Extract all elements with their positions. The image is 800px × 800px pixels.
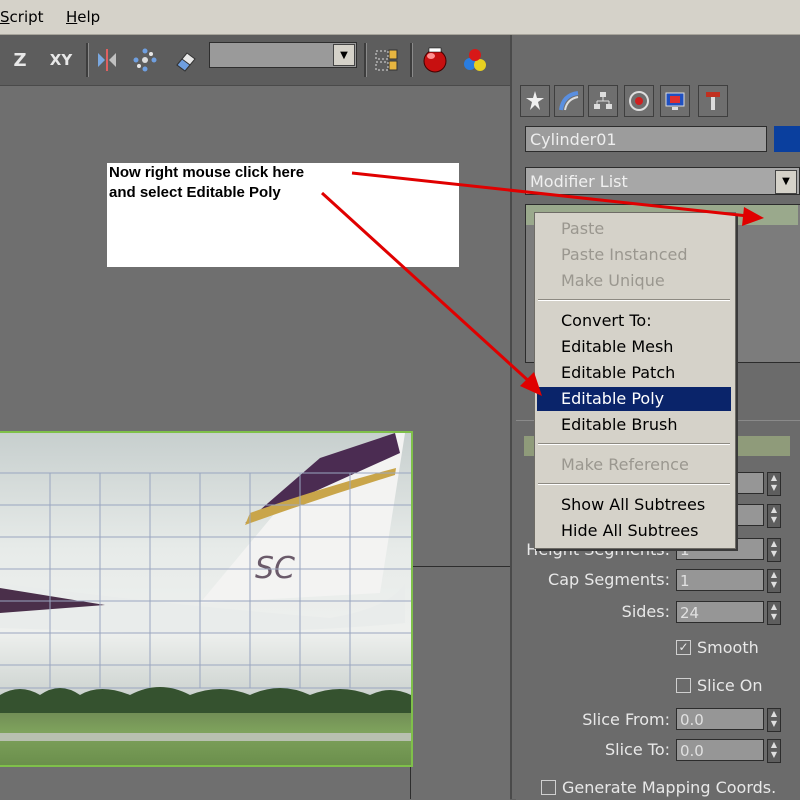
menu-maxscript[interactable]: Script <box>0 8 44 26</box>
generate-mapping-checkbox[interactable] <box>541 780 556 795</box>
toolbar-separator <box>86 43 89 77</box>
display-tab-icon[interactable] <box>660 85 690 117</box>
annotation-line-2: and select Editable Poly <box>109 184 281 201</box>
annotation-line-1: Now right mouse click here <box>109 164 305 181</box>
spinner-icon[interactable]: ▲ ▼ <box>767 739 781 763</box>
spinner-icon[interactable]: ▲ ▼ <box>767 504 781 528</box>
array-icon[interactable] <box>130 45 160 75</box>
spinner-icon[interactable]: ▲ ▼ <box>767 569 781 593</box>
menu-item-paste: Paste <box>561 219 605 238</box>
menu-separator <box>538 483 730 485</box>
chevron-down-icon[interactable]: ▼ <box>775 170 797 194</box>
slice-from-field[interactable]: 0.0 <box>676 708 764 730</box>
menu-separator <box>538 299 730 301</box>
menu-item-convert-to: Convert To: <box>561 311 652 330</box>
toolbar-separator <box>410 43 413 77</box>
mirror-icon[interactable] <box>92 45 122 75</box>
sides-label: Sides: <box>621 602 670 621</box>
cap-segments-field[interactable]: 1 <box>676 569 764 591</box>
modifier-list-label: Modifier List <box>530 172 628 191</box>
menu-item-editable-brush[interactable]: Editable Brush <box>537 413 731 437</box>
slice-to-field[interactable]: 0.0 <box>676 739 764 761</box>
slice-to-label: Slice To: <box>604 740 670 759</box>
menu-separator <box>538 443 730 445</box>
layers-icon[interactable] <box>370 45 402 75</box>
motion-tab-icon[interactable] <box>624 85 654 117</box>
menu-item-hide-all-subtrees[interactable]: Hide All Subtrees <box>537 519 731 543</box>
slice-on-checkbox[interactable] <box>676 678 691 693</box>
menu-item-show-all-subtrees[interactable]: Show All Subtrees <box>537 493 731 517</box>
create-tab-icon[interactable] <box>520 85 550 117</box>
airplane-tail-image: SC <box>0 433 411 741</box>
tutorial-annotation: Now right mouse click here and select Ed… <box>107 163 459 267</box>
spinner-icon[interactable]: ▲ ▼ <box>767 472 781 496</box>
slice-from-label: Slice From: <box>582 710 670 729</box>
generate-mapping-label: Generate Mapping Coords. <box>562 778 777 797</box>
menu-item-paste-instanced: Paste Instanced <box>561 245 688 264</box>
hierarchy-tab-icon[interactable] <box>588 85 618 117</box>
cylinder-plane-object[interactable]: SC <box>0 431 413 767</box>
modify-tab-icon[interactable] <box>554 85 584 117</box>
eraser-icon[interactable] <box>170 45 202 75</box>
menu-item-make-reference: Make Reference <box>561 455 689 474</box>
object-color-swatch[interactable] <box>774 126 800 152</box>
menu-item-make-unique: Make Unique <box>561 271 665 290</box>
chevron-down-icon[interactable]: ▼ <box>333 44 355 66</box>
restrict-z-button[interactable]: Z <box>6 45 34 75</box>
menu-item-editable-patch[interactable]: Editable Patch <box>537 361 731 385</box>
menu-bar: Script Help <box>0 0 800 35</box>
smooth-checkbox[interactable]: ✓ <box>676 640 691 655</box>
cap-segments-label: Cap Segments: <box>548 570 670 589</box>
modifier-list-dropdown[interactable]: Modifier List ▼ <box>525 167 800 195</box>
context-menu: Paste Paste Instanced Make Unique Conver… <box>534 212 736 549</box>
menu-item-editable-poly[interactable]: Editable Poly <box>537 387 731 411</box>
utilities-tab-icon[interactable] <box>698 85 728 117</box>
material-editor-icon[interactable] <box>458 45 492 75</box>
toolbar-separator <box>364 43 367 77</box>
named-selection-set-dropdown[interactable]: ▼ <box>209 42 357 68</box>
spinner-icon[interactable]: ▲ ▼ <box>767 708 781 732</box>
render-teapot-icon[interactable] <box>418 45 452 75</box>
smooth-label: Smooth <box>697 638 759 657</box>
restrict-xy-button[interactable]: XY <box>44 45 78 75</box>
spinner-icon[interactable]: ▲ ▼ <box>767 538 781 562</box>
menu-help[interactable]: Help <box>66 8 100 26</box>
slice-on-label: Slice On <box>697 676 763 695</box>
spinner-icon[interactable]: ▲ ▼ <box>767 601 781 625</box>
menu-item-editable-mesh[interactable]: Editable Mesh <box>537 335 731 359</box>
object-name-field[interactable]: Cylinder01 <box>525 126 767 152</box>
sides-field[interactable]: 24 <box>676 601 764 623</box>
